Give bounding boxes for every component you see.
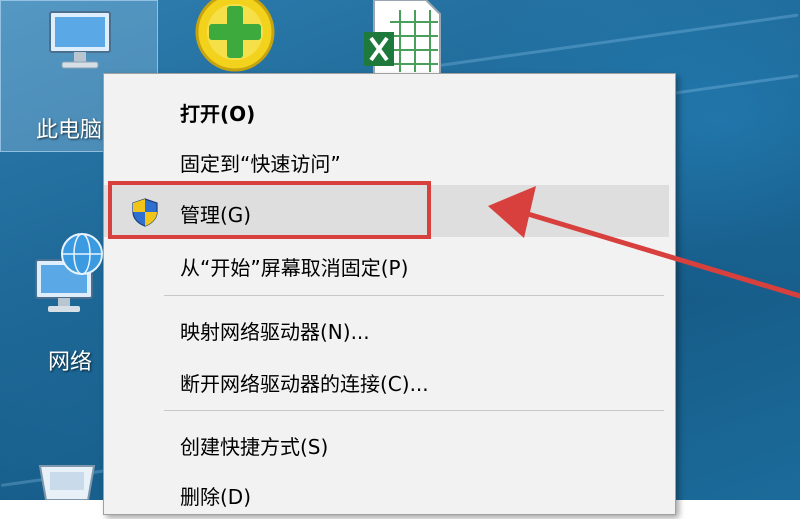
menu-item-label: 删除(D): [180, 485, 252, 509]
menu-separator: [164, 410, 664, 411]
menu-item-open[interactable]: 打开(O): [104, 84, 669, 136]
menu-item-label: 打开(O): [180, 102, 256, 126]
wallpaper-streak: [421, 13, 799, 70]
annotation-highlight-box: [108, 181, 431, 239]
menu-item-create-shortcut[interactable]: 创建快捷方式(S): [104, 417, 669, 469]
network-label: 网络: [48, 350, 93, 375]
menu-item-pin-quick-access[interactable]: 固定到“快速访问”: [104, 134, 669, 186]
network-icon[interactable]: [30, 230, 110, 320]
menu-item-label: 创建快捷方式(S): [180, 435, 329, 459]
menu-item-label: 映射网络驱动器(N)...: [180, 320, 370, 344]
menu-item-disconnect-network-drive[interactable]: 断开网络驱动器的连接(C)...: [104, 354, 669, 406]
menu-separator: [164, 295, 664, 296]
menu-item-label: 断开网络驱动器的连接(C)...: [180, 372, 429, 396]
menu-item-delete[interactable]: 删除(D): [104, 467, 669, 519]
this-pc-label: 此电脑: [36, 118, 103, 143]
excel-file-icon[interactable]: [360, 0, 450, 75]
menu-item-label: 固定到“快速访问”: [180, 152, 341, 176]
menu-item-map-network-drive[interactable]: 映射网络驱动器(N)...: [104, 302, 669, 354]
security-app-icon[interactable]: [190, 0, 280, 75]
menu-item-unpin-start[interactable]: 从“开始”屏幕取消固定(P): [104, 238, 669, 290]
recycle-bin-icon[interactable]: [32, 460, 102, 500]
context-menu: 打开(O) 固定到“快速访问” 管理(G) 从“开始”屏幕取消固定(P) 映射网…: [103, 73, 676, 515]
menu-item-label: 从“开始”屏幕取消固定(P): [180, 256, 409, 280]
